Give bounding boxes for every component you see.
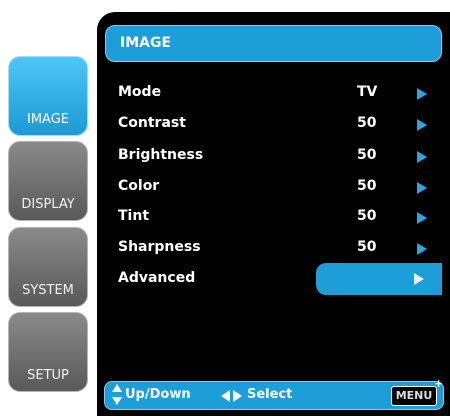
- right-triangle-icon: [417, 212, 427, 224]
- footer-hint-bar: Up/Down Select MENU +: [104, 377, 444, 410]
- setting-value: 50: [357, 239, 377, 255]
- setting-name: Contrast: [118, 115, 186, 131]
- tab-display-label: DISPLAY: [21, 197, 75, 212]
- tab-image[interactable]: IMAGE: [8, 56, 88, 136]
- select-label: Select: [247, 387, 293, 402]
- right-triangle-icon: [417, 243, 427, 255]
- setting-name: Sharpness: [118, 239, 201, 255]
- setting-value: 50: [357, 178, 377, 194]
- updown-label: Up/Down: [125, 387, 191, 402]
- setting-name: Advanced: [118, 270, 196, 286]
- left-right-arrows-icon: [221, 390, 243, 402]
- tab-system[interactable]: SYSTEM: [8, 227, 88, 307]
- tab-setup-label: SETUP: [27, 368, 69, 383]
- right-triangle-icon: [417, 88, 427, 100]
- setting-value: 50: [357, 115, 377, 131]
- setting-row-tint[interactable]: Tint 50: [118, 208, 438, 228]
- right-triangle-icon: [414, 273, 424, 285]
- up-down-arrows-icon: [112, 384, 122, 406]
- setting-value: 50: [357, 208, 377, 224]
- setting-row-contrast[interactable]: Contrast 50: [118, 115, 438, 135]
- page-title: IMAGE: [105, 25, 442, 62]
- setting-row-mode[interactable]: Mode TV: [118, 84, 438, 104]
- right-triangle-icon: [417, 151, 427, 163]
- setting-name: Mode: [118, 84, 162, 100]
- setting-row-color[interactable]: Color 50: [118, 178, 438, 198]
- right-triangle-icon: [417, 182, 427, 194]
- setting-value: 50: [357, 147, 377, 163]
- setting-name: Brightness: [118, 147, 204, 163]
- tab-image-label: IMAGE: [26, 112, 69, 127]
- plus-icon: +: [434, 377, 444, 390]
- setting-row-brightness[interactable]: Brightness 50: [118, 147, 438, 167]
- setting-name: Tint: [118, 208, 150, 224]
- tab-setup[interactable]: SETUP: [8, 312, 88, 392]
- menu-button[interactable]: MENU: [391, 386, 437, 406]
- setting-row-sharpness[interactable]: Sharpness 50: [118, 239, 438, 259]
- setting-value: TV: [357, 84, 378, 100]
- tab-system-label: SYSTEM: [22, 283, 74, 298]
- tab-display[interactable]: DISPLAY: [8, 141, 88, 221]
- setting-name: Color: [118, 178, 160, 194]
- setting-row-advanced[interactable]: Advanced: [118, 270, 438, 290]
- right-triangle-icon: [417, 119, 427, 131]
